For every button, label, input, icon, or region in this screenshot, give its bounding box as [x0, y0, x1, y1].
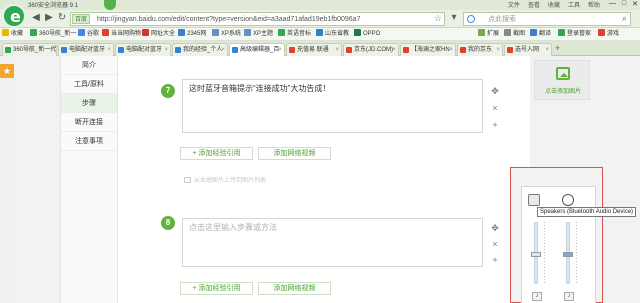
- speaker-icon[interactable]: [562, 194, 574, 206]
- menu-view[interactable]: 查看: [528, 0, 540, 9]
- tab-bluetooth-1[interactable]: 电脑配对蓝牙 ×: [58, 43, 114, 56]
- tab-bluetooth-2[interactable]: 电脑配对蓝牙 ×: [115, 43, 171, 56]
- step-text-field[interactable]: 点击这里输入步骤或方法: [182, 218, 483, 267]
- menu-file[interactable]: 文件: [508, 0, 520, 9]
- volume-mixer: [510, 167, 603, 303]
- search-box[interactable]: 点此搜索 ⌕: [463, 12, 631, 26]
- add-video-button[interactable]: 添加网络视频: [258, 147, 331, 160]
- nav-item-tools[interactable]: 工具/原料: [61, 75, 117, 94]
- search-input[interactable]: 点此搜索: [488, 14, 516, 24]
- left-strip: ★: [0, 56, 14, 303]
- nav-item-notes[interactable]: 注意事项: [61, 132, 117, 151]
- navigation-bar: ◀ ▶ ↻ 百度 http://jingyan.baidu.com/edit/c…: [0, 10, 640, 28]
- address-bar[interactable]: 百度 http://jingyan.baidu.com/edit/content…: [70, 12, 445, 26]
- refresh-icon[interactable]: ↻: [56, 12, 68, 24]
- tab-360-nav[interactable]: 360导航_新一代 ×: [2, 43, 57, 56]
- delete-step-icon[interactable]: ×: [490, 103, 500, 113]
- bookmark-360-nav[interactable]: 360导航_新一: [30, 29, 76, 40]
- image-icon: [184, 177, 191, 183]
- delete-step-icon[interactable]: ×: [490, 239, 500, 249]
- bookmark-star-icon[interactable]: ☆: [434, 13, 442, 24]
- close-window-icon[interactable]: ✕: [632, 0, 638, 8]
- section-nav: 简介 工具/原料 步骤 断开连接 注意事项: [60, 56, 118, 303]
- volume-thumb-left[interactable]: [531, 252, 541, 257]
- screenshot-button[interactable]: 截图: [504, 29, 525, 40]
- search-engine-icon[interactable]: [467, 15, 475, 23]
- tab-bar: 360导航_新一代 × 电脑配对蓝牙 × 电脑配对蓝牙 × 我的经验_个人 × 高级编辑…: [0, 41, 640, 56]
- add-video-button[interactable]: 添加网络视频: [258, 282, 331, 295]
- step-number: 8: [161, 216, 175, 230]
- search-icon[interactable]: ⌕: [622, 13, 627, 24]
- step-editor: 7 这时蓝牙音箱提示“连接成功”大功告成！ ✥ × + + 添加经验引用 添加网…: [118, 56, 530, 303]
- level-meter: [544, 222, 545, 284]
- bookmark-xp-system[interactable]: XP系统: [212, 29, 241, 40]
- menu-help[interactable]: 帮助: [588, 0, 600, 9]
- nav-item-intro[interactable]: 简介: [61, 56, 117, 75]
- device-tooltip: Speakers (Bluetooth Audio Device): [537, 207, 637, 217]
- login-manager-button[interactable]: 登录管家: [558, 29, 591, 40]
- bookmarks-bar: 收藏 360导航_新一 谷歌 当当网购物 网址大全 2345网 XP系统 XP主…: [0, 28, 640, 41]
- bookmark-oppo[interactable]: OPPO: [354, 29, 380, 40]
- minimize-icon[interactable]: —: [609, 0, 616, 8]
- address-dropdown-icon[interactable]: ▾: [448, 12, 460, 24]
- add-step-icon[interactable]: +: [490, 120, 500, 130]
- menu-tools[interactable]: 工具: [568, 0, 580, 9]
- tab-my-experience[interactable]: 我的经验_个人 ×: [172, 43, 228, 56]
- app-title: 360安全浏览器 9.1: [28, 3, 79, 9]
- picture-icon: [556, 67, 570, 80]
- move-icon[interactable]: ✥: [490, 223, 500, 234]
- nav-item-disconnect[interactable]: 断开连接: [61, 113, 117, 132]
- nav-item-steps[interactable]: 步骤: [61, 94, 117, 113]
- maximize-icon[interactable]: □: [622, 0, 626, 8]
- mute-left-icon[interactable]: ♪: [532, 292, 542, 301]
- favorite-star-icon[interactable]: ★: [0, 64, 14, 78]
- window-controls: — □ ✕: [609, 0, 638, 8]
- new-tab-icon[interactable]: +: [555, 43, 560, 53]
- tab-recharge[interactable]: 充值易 联通 ×: [286, 43, 342, 56]
- tab-hla[interactable]: 【海澜之家HN ×: [400, 43, 456, 56]
- tab-my-jd[interactable]: 我的京东 ×: [457, 43, 503, 56]
- bookmark-google[interactable]: 谷歌: [78, 29, 99, 40]
- device-icon[interactable]: [528, 194, 540, 206]
- bookmark-2345[interactable]: 2345网: [178, 29, 206, 40]
- add-experience-button[interactable]: + 添加经验引用: [180, 282, 253, 295]
- add-experience-button[interactable]: + 添加经验引用: [180, 147, 253, 160]
- extensions-button[interactable]: 扩展: [478, 29, 499, 40]
- level-meter: [576, 222, 577, 284]
- bookmark-dangdang[interactable]: 当当网购物: [102, 29, 141, 40]
- address-url[interactable]: http://jingyan.baidu.com/edit/content?ty…: [97, 14, 360, 25]
- bookmark-favorites[interactable]: 收藏: [2, 29, 23, 40]
- forward-icon[interactable]: ▶: [43, 12, 55, 24]
- translate-button[interactable]: 翻译: [530, 29, 551, 40]
- title-bar: 360安全浏览器 9.1 文件 查看 收藏 工具 帮助 — □ ✕: [0, 0, 640, 10]
- bookmark-sites[interactable]: 网址大全: [142, 29, 175, 40]
- step-number: 7: [161, 84, 175, 98]
- browser-logo-icon[interactable]: [2, 4, 26, 28]
- upload-hint: 从本地图片上传到图片列表: [184, 175, 266, 184]
- add-image-button[interactable]: 点击添加图片: [534, 60, 590, 100]
- bookmark-xp-theme[interactable]: XP主题: [244, 29, 273, 40]
- site-badge: 百度: [72, 14, 91, 24]
- bookmark-shandong[interactable]: 山东省教: [316, 29, 349, 40]
- back-icon[interactable]: ◀: [30, 12, 42, 24]
- move-icon[interactable]: ✥: [490, 86, 500, 97]
- tab-advanced-editor[interactable]: 高级编辑器_百 ×: [229, 43, 285, 56]
- tab-number-select[interactable]: 选号入网 ×: [504, 43, 552, 56]
- bookmark-phonetics[interactable]: 英语音标: [278, 29, 311, 40]
- menu-favorites[interactable]: 收藏: [548, 0, 560, 9]
- games-button[interactable]: 游戏: [598, 29, 619, 40]
- mute-right-icon[interactable]: ♪: [564, 292, 574, 301]
- add-image-label: 点击添加图片: [544, 89, 581, 95]
- add-step-icon[interactable]: +: [490, 255, 500, 265]
- tab-jd[interactable]: 京东(JD.COM) ×: [343, 43, 399, 56]
- step-text-field[interactable]: 这时蓝牙音箱提示“连接成功”大功告成！: [182, 79, 483, 133]
- window-menu: 文件 查看 收藏 工具 帮助: [508, 0, 600, 9]
- volume-thumb-right[interactable]: [563, 252, 573, 257]
